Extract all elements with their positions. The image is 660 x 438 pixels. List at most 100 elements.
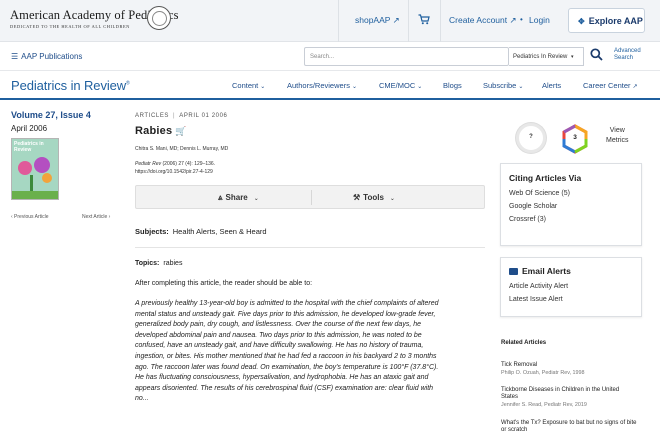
email-alerts-heading-text: Email Alerts	[522, 266, 571, 276]
aap-seal-icon	[147, 6, 171, 30]
related-article[interactable]: Tickborne Diseases in Children in the Un…	[501, 387, 651, 408]
abstract-line: appears disoriented. The results of his …	[135, 384, 434, 392]
nav-label: Alerts	[542, 81, 562, 90]
search-icon	[590, 48, 603, 61]
nav-label: Subscribe	[483, 81, 517, 90]
abstract-line: A previously healthy 13-year-old boy is …	[135, 300, 439, 307]
cover-flower	[18, 161, 32, 175]
nav-blogs[interactable]: Blogs	[443, 81, 462, 90]
tools-label: Tools	[363, 193, 384, 202]
view-metrics-link[interactable]: View Metrics	[606, 126, 629, 146]
create-account-link[interactable]: Create Account ↗	[449, 15, 517, 26]
toolbar-divider	[311, 190, 312, 205]
advanced-search-line1: Advanced	[614, 48, 641, 54]
email-alerts-heading: Email Alerts	[509, 266, 641, 276]
cover-flower	[42, 173, 52, 183]
nav-label: Blogs	[443, 81, 462, 90]
nav-content[interactable]: Content ⌄	[232, 81, 265, 90]
related-article[interactable]: What's the Tx? Exposure to bat but no si…	[501, 420, 651, 434]
previous-article-link[interactable]: ‹ Previous Article	[11, 214, 49, 220]
grid-icon: ✥	[578, 17, 585, 26]
article-authors[interactable]: Chitra S. Mani, MD; Dennis L. Murray, MD	[135, 146, 228, 152]
top-bar: American Academy of Pediatrics DEDICATED…	[0, 0, 660, 42]
divider	[440, 0, 441, 42]
cover-title: Pediatrics in Review	[14, 141, 44, 153]
purchase-cart-icon[interactable]: 🛒	[175, 126, 186, 136]
objectives-intro: After completing this article, the reade…	[135, 280, 313, 287]
nav-subscribe[interactable]: Subscribe ⌄	[483, 81, 523, 90]
subjects-value[interactable]: Health Alerts, Seen & Heard	[173, 227, 267, 236]
article-title: Rabies 🛒	[135, 125, 187, 137]
nav-authors-reviewers[interactable]: Authors/Reviewers ⌄	[287, 81, 357, 90]
related-article-meta: Philip O. Ozuah, Pediatr Rev, 1998	[501, 370, 585, 376]
chevron-down-icon: ⌄	[389, 196, 395, 202]
citing-google-scholar[interactable]: Google Scholar	[509, 203, 641, 210]
publications-bar: ☰ AAP Publications Search... Pediatrics I…	[0, 42, 660, 71]
nav-label: Content	[232, 81, 259, 90]
cover-flower	[34, 157, 50, 173]
chevron-down-icon: ⌄	[518, 84, 524, 90]
abstract-line: mental status and unsteady gait. Five da…	[135, 310, 436, 318]
nav-label: Authors/Reviewers	[287, 81, 350, 90]
external-link-icon: ↗	[632, 84, 638, 90]
altmetric-badge[interactable]: 3	[560, 124, 590, 154]
citing-web-of-science[interactable]: Web Of Science (5)	[509, 190, 641, 197]
citation-journal: Pediatr Rev	[135, 161, 162, 167]
topics-label: Topics:	[135, 260, 160, 267]
chevron-down-icon: ⌄	[351, 84, 357, 90]
explore-aap-button[interactable]: ✥ Explore AAP	[568, 8, 645, 33]
article-category: ARTICLES	[135, 113, 170, 119]
tools-button[interactable]: ⚒ Tools ⌄	[353, 193, 395, 202]
doi-link[interactable]: https://doi.org/10.1542/pir.27-4-129	[135, 169, 213, 175]
issue-volume-link[interactable]: Volume 27, Issue 4	[11, 110, 91, 120]
next-article-link[interactable]: Next Article ›	[82, 214, 110, 220]
citing-crossref[interactable]: Crossref (3)	[509, 216, 641, 223]
chevron-down-icon: ⌄	[260, 84, 266, 90]
nav-alerts[interactable]: Alerts	[542, 81, 561, 90]
hamburger-icon: ☰	[11, 52, 19, 61]
meta-separator: |	[173, 113, 176, 119]
topics-value[interactable]: rabies	[163, 260, 182, 267]
divider	[135, 247, 485, 248]
search-button[interactable]	[590, 48, 604, 62]
related-article[interactable]: Tick Removal Philip O. Ozuah, Pediatr Re…	[501, 362, 651, 376]
journal-title[interactable]: Pediatrics in Review®	[11, 78, 130, 93]
share-button[interactable]: ⩓ Share ⌄	[218, 193, 259, 203]
cart-icon[interactable]	[418, 14, 432, 26]
related-article-title: Tick Removal	[501, 362, 538, 368]
abstract-line: generalized body pain, dry cough, and li…	[135, 321, 421, 329]
citing-heading: Citing Articles Via	[509, 173, 582, 183]
related-article-title: Tickborne Diseases in Children in the Un…	[501, 387, 620, 393]
login-link[interactable]: Login	[529, 15, 550, 25]
article-date: APRIL 01 2006	[179, 113, 228, 119]
article-abstract: A previously healthy 13-year-old boy is …	[135, 299, 485, 405]
subjects-label: Subjects:	[135, 227, 169, 236]
journal-nav-bar: Pediatrics in Review® Content ⌄ Authors/R…	[0, 71, 660, 100]
issue-date: April 2006	[11, 124, 48, 133]
dimensions-badge[interactable]: ?	[516, 123, 546, 153]
latest-issue-alert-link[interactable]: Latest Issue Alert	[509, 296, 641, 303]
article-title-text: Rabies	[135, 125, 173, 137]
advanced-search-link[interactable]: Advanced Search	[614, 48, 641, 62]
article-meta: ARTICLES | APRIL 01 2006	[135, 113, 228, 119]
publications-label: AAP Publications	[21, 52, 83, 61]
nav-career-center[interactable]: Career Center ↗	[583, 81, 638, 90]
share-icon: ⩓	[218, 193, 223, 202]
mail-icon	[509, 268, 518, 276]
chevron-down-icon: ⌄	[253, 196, 259, 202]
related-article-title: States	[501, 394, 519, 400]
altmetric-score: 3	[573, 134, 577, 141]
search-input[interactable]: Search...	[304, 47, 509, 66]
divider	[338, 0, 339, 42]
article-activity-alert-link[interactable]: Article Activity Alert	[509, 283, 641, 290]
article-citation: Pediatr Rev (2006) 27 (4): 129–136. http…	[135, 160, 215, 176]
nav-cme-moc[interactable]: CME/MOC ⌄	[379, 81, 422, 90]
wrench-icon: ⚒	[353, 193, 361, 202]
issue-cover-image[interactable]: Pediatrics in Review	[11, 138, 59, 200]
related-article-title: or scratch	[501, 427, 528, 433]
shop-aap-link[interactable]: shopAAP ↗	[355, 15, 400, 26]
explore-aap-label: Explore AAP	[588, 16, 643, 26]
search-scope-select[interactable]: Pediatrics In Review ▾	[509, 47, 584, 66]
nav-label: Career Center	[583, 81, 631, 90]
aap-publications-menu[interactable]: ☰ AAP Publications	[11, 52, 82, 61]
